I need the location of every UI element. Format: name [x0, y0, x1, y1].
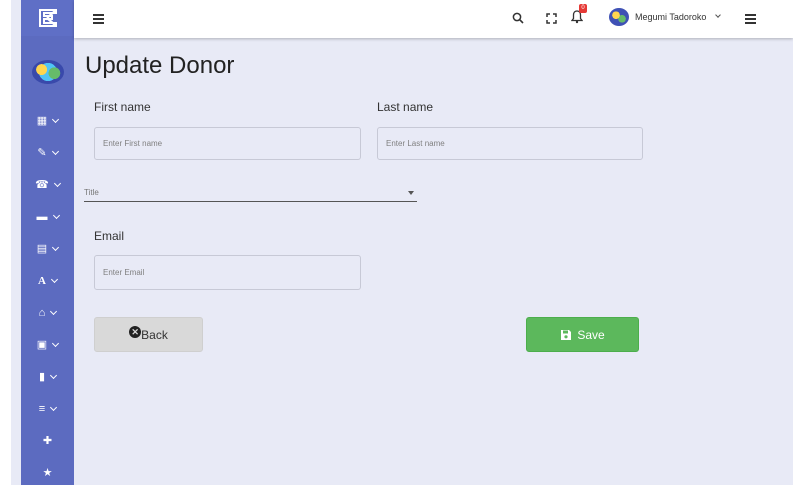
last-name-field[interactable] — [377, 127, 643, 160]
user-avatar[interactable] — [609, 8, 629, 26]
last-name-label: Last name — [377, 100, 434, 114]
sidebar: ▦ ✎ ☎ ▬ ▤ A ⌂ ▣ ▮ ≡ ✚ ★ — [21, 0, 74, 485]
chevron-down-icon — [50, 403, 58, 412]
gift-icon: ▣ — [36, 338, 48, 351]
font-icon: A — [38, 274, 46, 287]
sidebar-item-list[interactable]: ≡ — [21, 396, 74, 422]
title-select[interactable]: Title — [84, 186, 417, 202]
phone-icon: ☎ — [35, 178, 49, 191]
sidebar-item-phone[interactable]: ☎ — [21, 172, 74, 198]
chevron-down-icon — [52, 115, 60, 124]
chevron-down-icon — [52, 211, 60, 220]
home-icon: ⌂ — [38, 306, 46, 319]
title-select-value: Title — [84, 188, 99, 197]
chevron-down-icon — [50, 275, 59, 284]
medkit-icon: ✚ — [42, 434, 53, 447]
chevron-down-icon — [50, 307, 58, 316]
chevron-down-icon — [52, 339, 60, 348]
sidebar-item-gift[interactable]: ▣ — [21, 332, 74, 358]
sidebar-item-clipboard[interactable]: ▮ — [21, 364, 74, 390]
sidebar-item-home[interactable]: ⌂ — [21, 300, 74, 326]
chevron-down-icon — [49, 371, 58, 380]
caret-down-icon — [408, 191, 414, 195]
close-circle-icon: ✕ — [129, 325, 142, 338]
calendar-icon: ▤ — [36, 242, 48, 255]
top-bar: 0 Megumi Tadoroko — [74, 0, 793, 38]
back-button[interactable]: ✕ Back — [94, 317, 203, 352]
search-icon[interactable] — [512, 12, 524, 24]
page-title: Update Donor — [85, 52, 235, 79]
sidebar-item-edit[interactable]: ✎ — [21, 140, 74, 166]
email-label: Email — [94, 229, 125, 243]
sidebar-item-dashboard[interactable]: ▦ — [21, 108, 74, 134]
list-icon: ≡ — [38, 402, 46, 415]
save-button[interactable]: Save — [526, 317, 639, 352]
ek-logo-icon[interactable] — [21, 0, 74, 36]
pencil-icon: ✎ — [37, 146, 47, 159]
first-name-label: First name — [94, 100, 151, 114]
email-field[interactable] — [94, 255, 361, 290]
notification-badge: 0 — [579, 4, 587, 13]
back-button-label: Back — [141, 327, 168, 342]
sidebar-avatar[interactable] — [32, 60, 64, 84]
chevron-down-icon — [51, 147, 59, 156]
floppy-disk-icon — [561, 329, 572, 340]
chevron-down-icon[interactable] — [715, 12, 721, 18]
briefcase-icon: ▬ — [36, 210, 48, 223]
menu-toggle-icon[interactable] — [93, 14, 104, 24]
clipboard-icon: ▮ — [38, 370, 46, 383]
sidebar-item-star[interactable]: ★ — [21, 460, 74, 486]
sidebar-item-font[interactable]: A — [21, 268, 74, 294]
save-button-label: Save — [577, 327, 605, 342]
user-name[interactable]: Megumi Tadoroko — [635, 12, 706, 22]
sidebar-item-briefcase[interactable]: ▬ — [21, 204, 74, 230]
fullscreen-icon[interactable] — [546, 13, 557, 24]
first-name-field[interactable] — [94, 127, 361, 160]
right-menu-icon[interactable] — [745, 14, 756, 24]
star-icon: ★ — [42, 466, 53, 479]
dashboard-icon: ▦ — [36, 114, 48, 127]
chevron-down-icon — [53, 179, 61, 188]
sidebar-item-calendar[interactable]: ▤ — [21, 236, 74, 262]
sidebar-item-medkit[interactable]: ✚ — [21, 428, 74, 454]
chevron-down-icon — [52, 243, 60, 252]
